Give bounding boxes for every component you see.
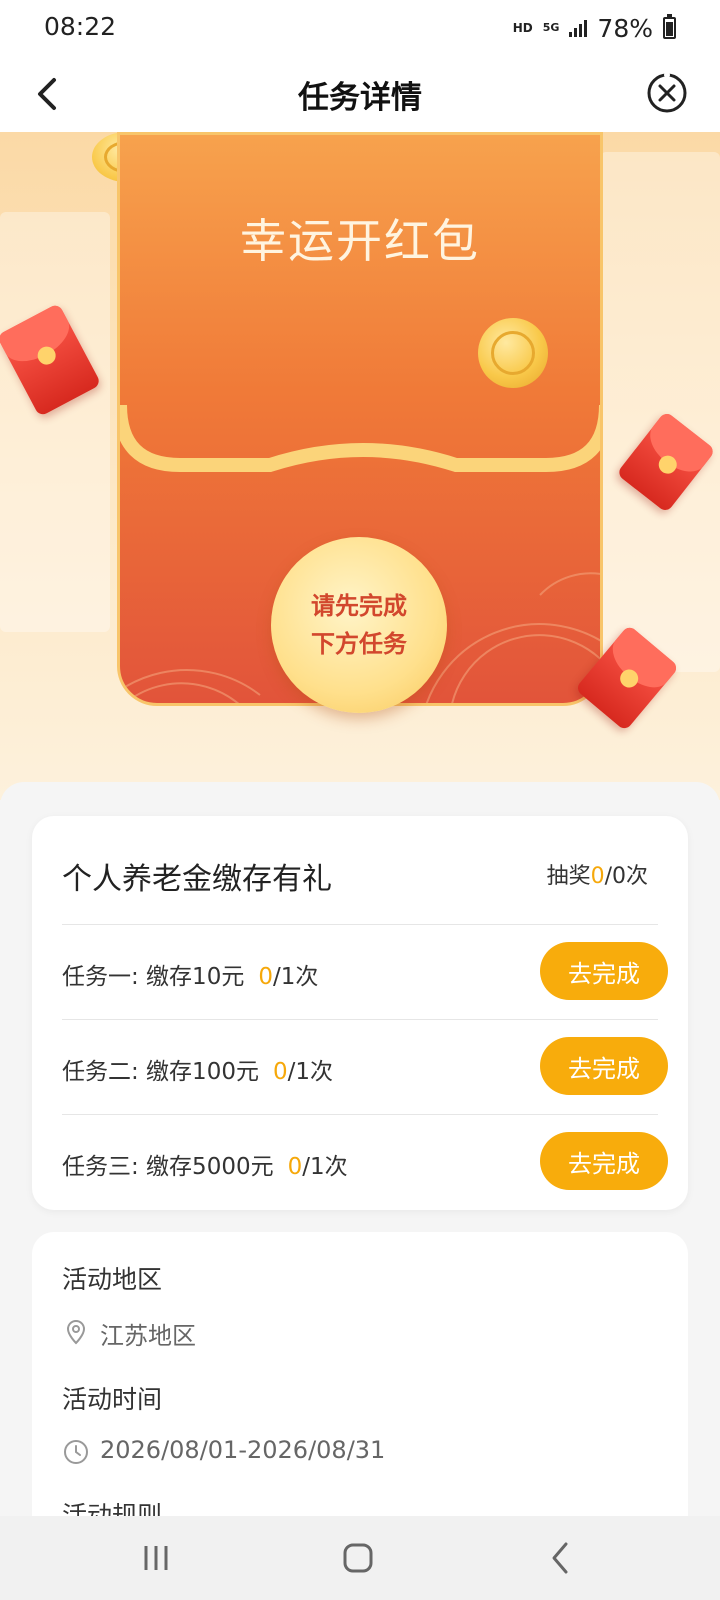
header: 任务详情 [0,56,720,132]
task-row: 任务三: 缴存5000元 0/1次 去完成 [62,1115,668,1209]
time-value: 2026/08/01-2026/08/31 [100,1436,386,1464]
task-name: 任务二: 缴存100元 [62,1059,259,1085]
region-value: 江苏地区 [100,1322,196,1350]
task-card-title: 个人养老金缴存有礼 [62,862,332,897]
building-shape [0,212,110,632]
system-nav-bar [0,1516,720,1600]
home-icon [343,1543,373,1573]
draw-count-label: 抽奖 [546,864,591,889]
activity-info-card: 活动地区 江苏地区 活动时间 2026/08/01-2026/08/31 活动规… [32,1232,688,1552]
go-complete-button[interactable]: 去完成 [540,1132,668,1190]
draw-count: 抽奖0/0次 [547,858,648,890]
status-bar: 08:22 HD 5G 78% [0,0,720,56]
coin-icon [478,318,548,388]
task-progress-done: 0 [287,1154,303,1180]
task-name: 任务三: 缴存5000元 [62,1154,274,1180]
region-label: 活动地区 [62,1265,163,1294]
building-shape [600,152,720,672]
task-progress-done: 0 [258,964,273,990]
task-progress-total: /1次 [287,1059,333,1085]
go-complete-button[interactable]: 去完成 [540,942,668,1000]
status-time: 08:22 [44,12,117,41]
home-button[interactable] [330,1534,386,1582]
clock-icon [64,1440,88,1464]
task-label: 任务二: 缴存100元 0/1次 [62,1052,333,1086]
task-label: 任务三: 缴存5000元 0/1次 [62,1147,348,1181]
status-icons: HD 5G 78% [513,10,676,46]
close-circle-icon [647,72,687,113]
time-label: 活动时间 [62,1385,163,1414]
open-envelope-seal[interactable]: 请先完成 下方任务 [271,537,447,713]
page-title: 任务详情 [298,80,422,116]
battery-percent: 78% [597,13,653,43]
draw-count-used: 0 [590,864,605,889]
task-name: 任务一: 缴存10元 [62,964,245,990]
hero-banner: 幸运开红包 请先完成 下方任务 [0,132,720,800]
back-nav-button[interactable] [532,1534,588,1582]
task-row: 任务一: 缴存10元 0/1次 去完成 [62,925,668,1019]
task-progress-total: /1次 [302,1154,348,1180]
task-row: 任务二: 缴存100元 0/1次 去完成 [62,1020,668,1114]
location-pin-icon [66,1319,86,1345]
task-card: 个人养老金缴存有礼 抽奖0/0次 任务一: 缴存10元 0/1次 去完成 任务二:… [32,816,688,1210]
hd-indicator: HD [512,21,533,35]
go-complete-button[interactable]: 去完成 [540,1037,668,1095]
draw-count-total: /0次 [604,864,648,889]
seal-text-line1: 请先完成 [311,592,407,620]
page: 08:22 HD 5G 78% 任务详情 幸运开红包 请先完成 下方任务 个人养… [0,0,720,1600]
seal-text-line2: 下方任务 [311,630,407,658]
signal-icon [569,19,588,37]
recent-apps-icon [144,1546,168,1570]
task-progress-total: /1次 [272,964,319,990]
5g-indicator: 5G [542,21,560,34]
recent-apps-button[interactable] [128,1534,184,1582]
close-button[interactable] [642,68,692,118]
back-nav-icon [552,1542,568,1574]
battery-icon [663,14,676,39]
task-label: 任务一: 缴存10元 0/1次 [62,957,318,991]
task-progress-done: 0 [272,1059,288,1085]
